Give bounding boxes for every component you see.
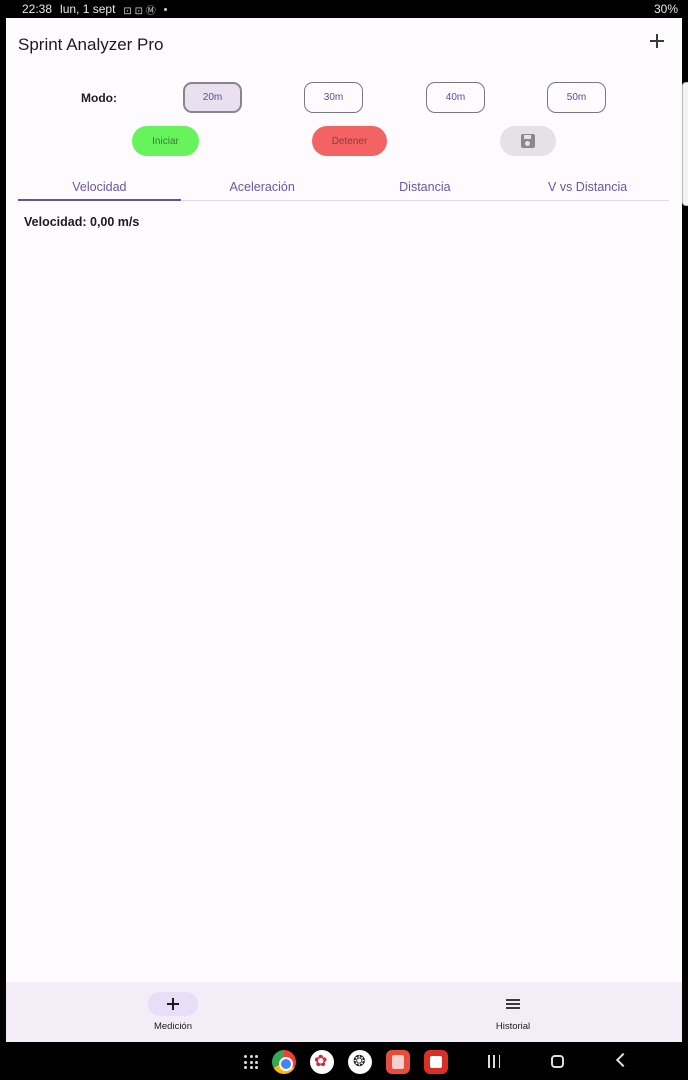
- photos-app-icon[interactable]: [310, 1050, 334, 1074]
- add-icon[interactable]: [648, 32, 666, 50]
- back-icon[interactable]: [615, 1052, 631, 1068]
- tab-aceleracion[interactable]: Aceleración: [181, 170, 344, 200]
- tab-velocidad[interactable]: Velocidad: [18, 170, 181, 201]
- nav-active-indicator: [148, 992, 198, 1016]
- top-app-bar: Sprint Analyzer Pro: [6, 18, 682, 70]
- start-button[interactable]: Iniciar: [132, 126, 199, 156]
- app-window: Sprint Analyzer Pro Modo: 20m 30m 40m 50…: [6, 18, 688, 1042]
- mode-label: Modo:: [81, 91, 117, 105]
- system-nav-bar: [0, 1042, 688, 1080]
- notes-app-icon[interactable]: [386, 1050, 410, 1074]
- tab-v-vs-distancia[interactable]: V vs Distancia: [506, 170, 669, 200]
- edge-panel-handle[interactable]: [682, 82, 688, 206]
- recents-icon[interactable]: [488, 1055, 500, 1068]
- chatgpt-icon[interactable]: [348, 1050, 372, 1074]
- chrome-icon[interactable]: [272, 1050, 296, 1074]
- mode-button-30m[interactable]: 30m: [304, 82, 363, 113]
- notification-dot-icon: [163, 7, 167, 11]
- save-button[interactable]: [500, 126, 556, 156]
- plus-icon: [167, 998, 179, 1010]
- notification-icons: ⊡ ⊡ Ⓜ: [123, 5, 156, 17]
- chart-tabs: Velocidad Aceleración Distancia V vs Dis…: [18, 170, 669, 201]
- app-title: Sprint Analyzer Pro: [18, 35, 164, 54]
- red-app-icon[interactable]: [424, 1050, 448, 1074]
- nav-indicator: [488, 992, 538, 1016]
- app-drawer-icon[interactable]: [244, 1055, 258, 1069]
- status-date: lun, 1 sept: [60, 2, 116, 16]
- nav-item-historial[interactable]: Historial: [453, 982, 573, 1042]
- velocity-readout: Velocidad: 0,00 m/s: [24, 215, 140, 229]
- save-icon: [521, 134, 535, 148]
- stop-button[interactable]: Detener: [312, 126, 387, 156]
- status-time: 22:38: [22, 2, 53, 16]
- tab-distancia[interactable]: Distancia: [344, 170, 507, 200]
- mode-button-50m[interactable]: 50m: [547, 82, 606, 113]
- nav-item-medicion[interactable]: Medición: [113, 982, 233, 1042]
- mode-button-20m[interactable]: 20m: [183, 82, 242, 113]
- mode-button-40m[interactable]: 40m: [426, 82, 485, 113]
- status-bar: 22:38 lun, 1 sept ⊡ ⊡ Ⓜ 30%: [0, 0, 688, 18]
- home-icon[interactable]: [551, 1055, 564, 1068]
- battery-percent: 30%: [653, 2, 678, 16]
- nav-label-historial: Historial: [495, 1021, 531, 1032]
- nav-label-medicion: Medición: [153, 1021, 193, 1032]
- list-icon: [506, 999, 520, 1009]
- bottom-navigation: Medición Historial: [6, 982, 682, 1042]
